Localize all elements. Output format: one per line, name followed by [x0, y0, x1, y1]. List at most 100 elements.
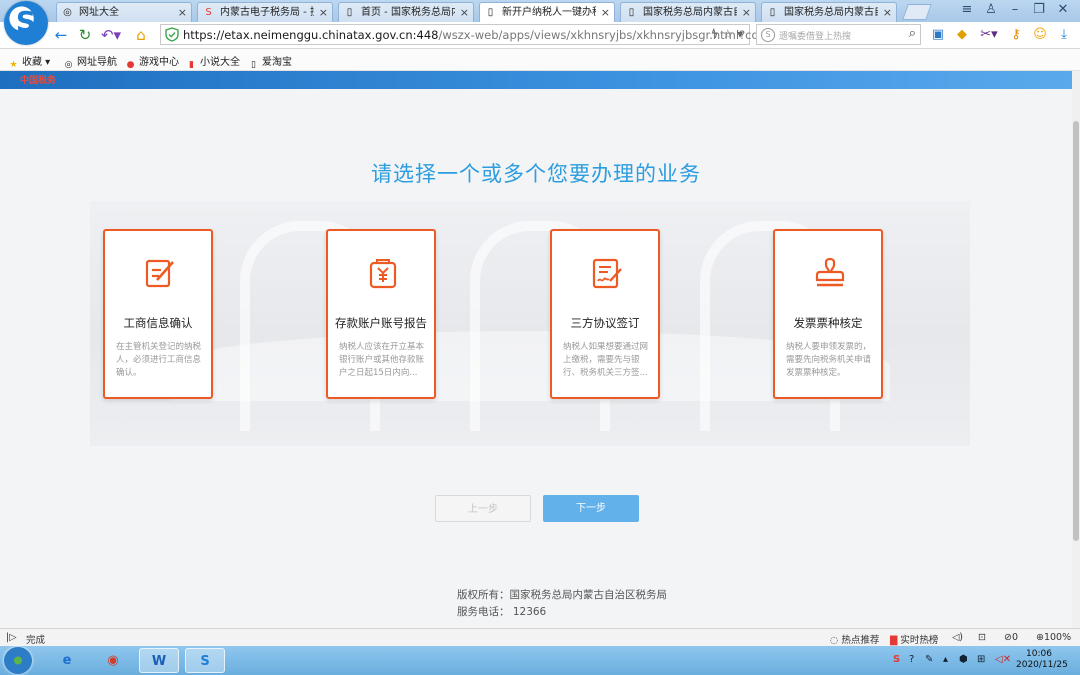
ie-icon[interactable]: e [47, 648, 87, 673]
url-host: https://etax.neimenggu.chinatax.gov.cn:4… [183, 28, 439, 42]
tab-close-icon[interactable]: × [319, 3, 328, 22]
scrollbar-thumb[interactable] [1073, 121, 1079, 541]
undo-dropdown-icon[interactable]: ↶▾ [100, 25, 122, 45]
web-page: 中国税务 请选择一个或多个您要办理的业务 工商信息确认 在主管机关登记的纳税人，… [0, 71, 1072, 628]
sidebar-toggle-icon[interactable]: |▷ [6, 632, 17, 643]
tab-3[interactable]: ▯ 首页 - 国家税务总局内蒙 × [338, 2, 474, 22]
extension-icon[interactable]: ◆ [954, 26, 970, 44]
speaker-icon[interactable]: ◁) [952, 632, 963, 643]
card-invoice-type-approval[interactable]: 发票票种核定 纳税人要申领发票的，需要先向税务机关申请发票票种核定。 [773, 229, 883, 399]
system-clock[interactable]: 10:06 2020/11/25 [1016, 649, 1068, 671]
scissors-icon[interactable]: ✂▾ [978, 26, 1000, 44]
bookmark-label: 网址导航 [77, 57, 117, 68]
new-tab-button[interactable] [902, 4, 932, 20]
page-icon: ▯ [487, 7, 494, 18]
refresh-icon[interactable]: ↻ [76, 25, 94, 45]
tab-close-icon[interactable]: × [460, 3, 469, 22]
card-tripartite-agreement[interactable]: 三方协议签订 纳税人如果想要通过网上缴税，需要先与银行、税务机关三方签... [550, 229, 660, 399]
download-icon[interactable]: ⤓ [1056, 26, 1072, 44]
skin-shirt-icon[interactable]: ♙ [980, 2, 1002, 17]
sogou-icon: S [205, 7, 212, 18]
bookmark-taobao[interactable]: ▯ 爱淘宝 [248, 53, 292, 71]
tab-6[interactable]: ▯ 国家税务总局内蒙古自治 × [761, 2, 897, 22]
page-scrollbar[interactable] [1072, 71, 1080, 628]
sogou-browser-logo[interactable]: S [4, 1, 48, 45]
home-icon[interactable]: ⌂ [132, 25, 150, 45]
secure-shield-icon [165, 27, 179, 42]
hot-recommend[interactable]: ◌ 热点推荐 [830, 632, 879, 646]
lightning-icon[interactable]: ϟ [711, 27, 719, 41]
bookmark-label: 游戏中心 [139, 57, 179, 68]
sogou-search-icon: S [761, 28, 775, 42]
stamp-icon [815, 257, 845, 287]
tab-label: 网址大全 [79, 7, 119, 18]
back-arrow-icon[interactable]: ← [52, 25, 70, 45]
tab-label: 国家税务总局内蒙古自治 [784, 7, 878, 18]
card-business-info-confirm[interactable]: 工商信息确认 在主管机关登记的纳税人，必须进行工商信息确认。 [103, 229, 213, 399]
contract-sign-icon [592, 258, 622, 289]
realtime-hot[interactable]: ▇ 实时热榜 [890, 632, 938, 646]
page-icon: ▯ [251, 60, 256, 70]
windows-taskbar: e ◉ W S S ? ✎ ▴ ⬢ ⊞ ◁✕ 10:06 2020/11/25 [0, 646, 1080, 675]
lock-icon[interactable]: ⊡ [978, 632, 986, 643]
tab-strip: S ◎ 网址大全 × S 内蒙古电子税务局 - 搜狗 × ▯ 首页 - 国家税务… [0, 0, 1080, 45]
card-title: 三方协议签订 [570, 316, 640, 330]
tab-5[interactable]: ▯ 国家税务总局内蒙古自治 × [620, 2, 756, 22]
tray-security-icon[interactable]: ⬢ [959, 654, 968, 665]
address-bar[interactable]: https://etax.neimenggu.chinatax.gov.cn:4… [160, 24, 773, 45]
bookmark-games[interactable]: ● 游戏中心 [125, 53, 179, 71]
tab-close-icon[interactable]: × [178, 3, 187, 22]
magnifier-icon[interactable]: ⌕ [909, 26, 916, 41]
adblock-count[interactable]: ⊘0 [1004, 632, 1018, 643]
bookmark-label: 收藏 [22, 57, 42, 68]
tab-close-icon[interactable]: × [601, 3, 610, 22]
hot-recommend-label: 热点推荐 [841, 635, 880, 646]
game-icon: ● [126, 60, 135, 70]
tab-1[interactable]: ◎ 网址大全 × [56, 2, 192, 22]
menu-icon[interactable]: ≡ [956, 2, 978, 17]
dropdown-icon[interactable]: ▾ [737, 27, 743, 41]
yuan-bag-icon [369, 259, 397, 289]
tray-volume-muted-icon[interactable]: ◁✕ [995, 654, 1011, 665]
bookmark-novels[interactable]: ▮ 小说大全 [186, 53, 240, 71]
search-box[interactable]: S 遗嘱委借登上热搜 ⌕ [756, 24, 921, 45]
chrome-icon[interactable]: ◉ [93, 648, 133, 673]
card-description: 纳税人应该在开立基本银行账户或其他存款账户之日起15日内向... [339, 342, 425, 378]
tab-4-active[interactable]: ▯ 新开户纳税人一键办税 - × [479, 2, 615, 23]
status-text: 完成 [26, 635, 46, 646]
tab-close-icon[interactable]: × [883, 3, 892, 22]
tray-arrow-icon[interactable]: ▴ [943, 654, 948, 665]
tray-network-icon[interactable]: ⊞ [977, 654, 985, 665]
key-icon[interactable]: ⚷ [1008, 26, 1024, 44]
zoom-control[interactable]: ⊕100% [1036, 632, 1071, 643]
zoom-value: 100% [1043, 632, 1072, 643]
wps-icon[interactable]: W [139, 648, 179, 673]
tab-label: 国家税务总局内蒙古自治 [643, 7, 737, 18]
card-deposit-account-report[interactable]: 存款账户账号报告 纳税人应该在开立基本银行账户或其他存款账户之日起15日内向..… [326, 229, 436, 399]
close-window-icon[interactable]: ✕ [1052, 2, 1074, 17]
bookmark-label: 爱淘宝 [262, 57, 292, 68]
url-text: https://etax.neimenggu.chinatax.gov.cn:4… [183, 28, 773, 42]
minimize-icon[interactable]: – [1004, 2, 1026, 17]
sogou-browser-icon[interactable]: S [185, 648, 225, 673]
card-title: 发票票种核定 [793, 316, 863, 330]
tray-pen-icon[interactable]: ✎ [925, 654, 933, 665]
card-description: 纳税人要申领发票的，需要先向税务机关申请发票票种核定。 [786, 342, 872, 378]
tab-2[interactable]: S 内蒙古电子税务局 - 搜狗 × [197, 2, 333, 22]
tray-help-icon[interactable]: ? [909, 654, 914, 665]
star-bookmark-icon[interactable]: ☆ [722, 27, 733, 41]
star-icon: ★ [9, 60, 18, 70]
previous-step-button[interactable]: 上一步 [435, 495, 531, 522]
tab-close-icon[interactable]: × [742, 3, 751, 22]
smiley-icon[interactable]: ☺ [1032, 26, 1048, 44]
clock-time: 10:06 [1026, 649, 1052, 659]
card-title: 存款账户账号报告 [335, 316, 427, 330]
start-button[interactable] [4, 647, 32, 674]
next-step-button[interactable]: 下一步 [543, 495, 639, 522]
restore-icon[interactable]: ❐ [1028, 2, 1050, 17]
bookmark-nav[interactable]: ◎ 网址导航 [63, 53, 117, 71]
bookmark-favorites[interactable]: ★ 收藏 ▾ [8, 53, 50, 71]
form-edit-icon [145, 259, 174, 288]
screenshot-tool-icon[interactable]: ▣ [930, 26, 946, 44]
tray-sogou-input-icon[interactable]: S [893, 654, 900, 665]
